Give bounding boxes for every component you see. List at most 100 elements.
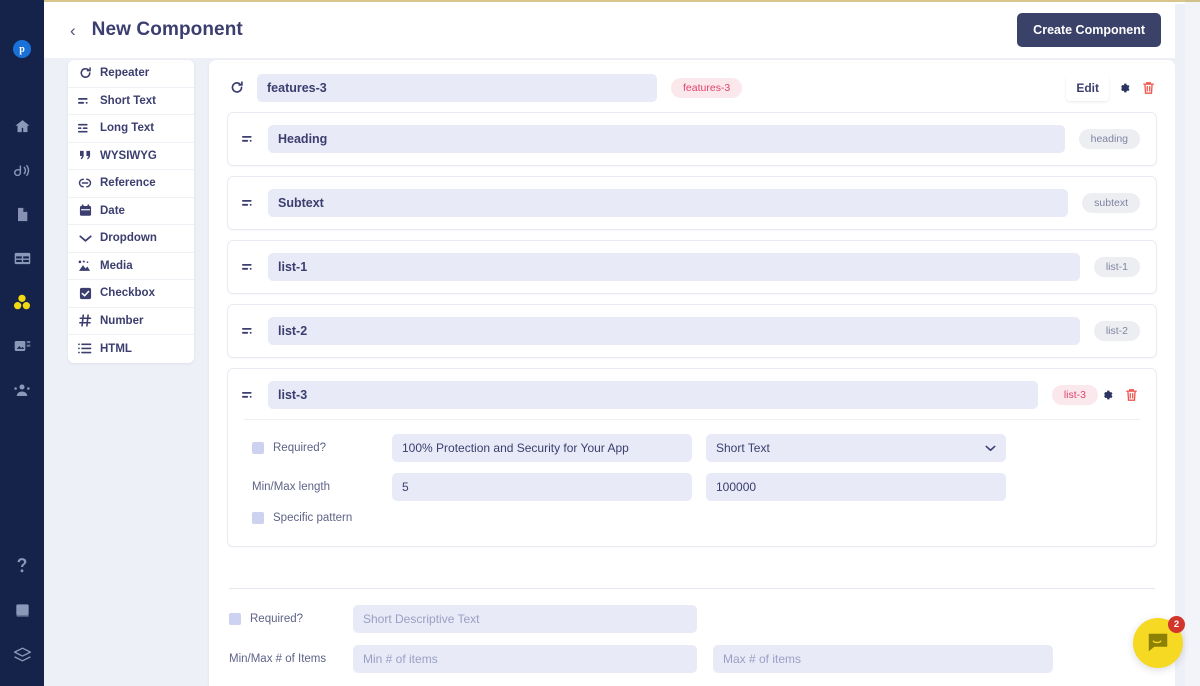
checkbox-icon bbox=[78, 286, 92, 300]
media-icon bbox=[78, 259, 92, 273]
media-icon[interactable] bbox=[0, 324, 44, 368]
specific-pattern-label: Specific pattern bbox=[273, 512, 353, 524]
home-icon[interactable] bbox=[0, 104, 44, 148]
app-root: p ‹ New Component Create Component Repea… bbox=[0, 0, 1200, 686]
number-icon bbox=[78, 314, 92, 328]
edit-button[interactable]: Edit bbox=[1066, 75, 1109, 101]
field-name-input[interactable]: list-1 bbox=[268, 253, 1080, 281]
document-icon[interactable] bbox=[0, 192, 44, 236]
table-icon[interactable] bbox=[0, 236, 44, 280]
field-type-label: Dropdown bbox=[100, 232, 157, 245]
field-row[interactable]: Heading heading bbox=[227, 112, 1157, 166]
required-checkbox[interactable] bbox=[252, 442, 264, 454]
field-rows: Heading heading Subtext subtext list-1 l… bbox=[209, 102, 1175, 547]
help-icon[interactable] bbox=[0, 544, 44, 588]
field-type-reference[interactable]: Reference bbox=[68, 170, 194, 198]
field-name-input[interactable]: list-3 bbox=[268, 381, 1038, 409]
page-title: New Component bbox=[91, 19, 243, 40]
field-type-long-text[interactable]: Long Text bbox=[68, 115, 194, 143]
field-display-name-input[interactable]: 100% Protection and Security for Your Ap… bbox=[392, 434, 692, 462]
trash-icon[interactable] bbox=[1139, 79, 1157, 97]
field-type-media[interactable]: Media bbox=[68, 253, 194, 280]
create-component-button[interactable]: Create Component bbox=[1017, 13, 1161, 47]
field-row-header: list-2 list-2 bbox=[228, 305, 1156, 357]
field-type-short-text[interactable]: Short Text bbox=[68, 88, 194, 115]
field-key-tag: subtext bbox=[1082, 193, 1140, 213]
repeater-description-input[interactable]: Short Descriptive Text bbox=[353, 605, 697, 633]
reference-icon bbox=[78, 176, 92, 190]
book-icon[interactable] bbox=[0, 588, 44, 632]
back-button[interactable]: ‹ bbox=[66, 20, 80, 41]
min-items-input[interactable]: Min # of items bbox=[353, 645, 697, 673]
rail-icon-group bbox=[0, 104, 44, 412]
field-pattern-row: Specific pattern bbox=[252, 512, 1140, 524]
chat-unread-badge: 2 bbox=[1168, 616, 1185, 633]
repeater-required-checkbox[interactable] bbox=[229, 613, 241, 625]
min-length-input[interactable]: 5 bbox=[392, 473, 692, 501]
repeater-icon bbox=[227, 81, 247, 95]
field-minmax-row: Min/Max length 5 100000 bbox=[252, 473, 1140, 501]
field-type-html[interactable]: HTML bbox=[68, 335, 194, 363]
repeater-actions: Edit bbox=[1066, 75, 1157, 101]
repeater-icon bbox=[78, 66, 92, 80]
field-name-input[interactable]: Subtext bbox=[268, 189, 1069, 217]
field-type-number[interactable]: Number bbox=[68, 308, 194, 335]
field-type-label: Checkbox bbox=[100, 287, 155, 300]
team-icon[interactable] bbox=[0, 368, 44, 412]
field-type-select[interactable]: Short Text bbox=[706, 434, 1006, 462]
required-label: Required? bbox=[273, 442, 327, 454]
field-type-wysiwyg[interactable]: WYSIWYG bbox=[68, 143, 194, 170]
field-type-select-wrap: Short Text bbox=[706, 434, 1006, 462]
trash-icon[interactable] bbox=[1122, 386, 1140, 404]
chat-launcher[interactable]: 2 bbox=[1133, 616, 1185, 668]
card-gutter bbox=[1175, 4, 1185, 686]
repeater-name-input[interactable]: features-3 bbox=[257, 74, 657, 102]
field-row-actions bbox=[1098, 386, 1140, 404]
specific-pattern-group: Specific pattern bbox=[252, 512, 352, 524]
layers-icon[interactable] bbox=[0, 632, 44, 676]
max-length-input[interactable]: 100000 bbox=[706, 473, 1006, 501]
max-items-input[interactable]: Max # of items bbox=[713, 645, 1053, 673]
repeater-description-wrap: Short Descriptive Text bbox=[353, 605, 697, 633]
gear-icon[interactable] bbox=[1098, 386, 1116, 404]
workspace-avatar[interactable]: p bbox=[13, 40, 31, 58]
repeater-minmax-items-row: Min/Max # of Items Min # of items Max # … bbox=[229, 645, 1155, 673]
field-type-label: Repeater bbox=[100, 67, 150, 80]
settings-divider bbox=[229, 588, 1155, 589]
field-type-label: HTML bbox=[100, 342, 132, 355]
field-type-checkbox[interactable]: Checkbox bbox=[68, 280, 194, 308]
field-type-repeater[interactable]: Repeater bbox=[68, 60, 194, 88]
field-row[interactable]: list-1 list-1 bbox=[227, 240, 1157, 294]
right-edge-strip bbox=[1185, 0, 1200, 686]
field-type-label: WYSIWYG bbox=[100, 149, 157, 162]
field-type-date[interactable]: Date bbox=[68, 198, 194, 225]
field-required-row: Required? 100% Protection and Security f… bbox=[252, 434, 1140, 462]
field-type-label: Long Text bbox=[100, 122, 155, 135]
field-type-label: Media bbox=[100, 259, 133, 272]
specific-pattern-checkbox[interactable] bbox=[252, 512, 264, 524]
field-display-name-wrap: 100% Protection and Security for Your Ap… bbox=[392, 434, 692, 462]
min-items-wrap: Min # of items bbox=[353, 645, 697, 673]
field-type-select-value: Short Text bbox=[716, 441, 770, 455]
date-icon bbox=[78, 204, 92, 218]
field-name-input[interactable]: list-2 bbox=[268, 317, 1080, 345]
field-row-header: Subtext subtext bbox=[228, 177, 1156, 229]
short-text-icon bbox=[242, 390, 260, 400]
long-text-icon bbox=[78, 121, 92, 135]
field-row[interactable]: Subtext subtext bbox=[227, 176, 1157, 230]
field-row-expanded[interactable]: list-3 list-3 Required? 100% Protection … bbox=[227, 368, 1157, 547]
short-text-icon bbox=[242, 262, 260, 272]
broadcast-icon[interactable] bbox=[0, 148, 44, 192]
min-length-wrap: 5 bbox=[392, 473, 692, 501]
field-name-input[interactable]: Heading bbox=[268, 125, 1065, 153]
page-container: ‹ New Component Create Component Repeate… bbox=[44, 2, 1185, 686]
field-type-dropdown[interactable]: Dropdown bbox=[68, 225, 194, 253]
field-type-label: Reference bbox=[100, 177, 156, 190]
short-text-icon bbox=[242, 134, 260, 144]
max-items-wrap: Max # of items bbox=[713, 645, 1053, 673]
chat-bubble-icon bbox=[1146, 631, 1170, 655]
components-icon[interactable] bbox=[0, 280, 44, 324]
top-accent-rule-right bbox=[1185, 0, 1200, 2]
gear-icon[interactable] bbox=[1115, 79, 1133, 97]
field-row[interactable]: list-2 list-2 bbox=[227, 304, 1157, 358]
